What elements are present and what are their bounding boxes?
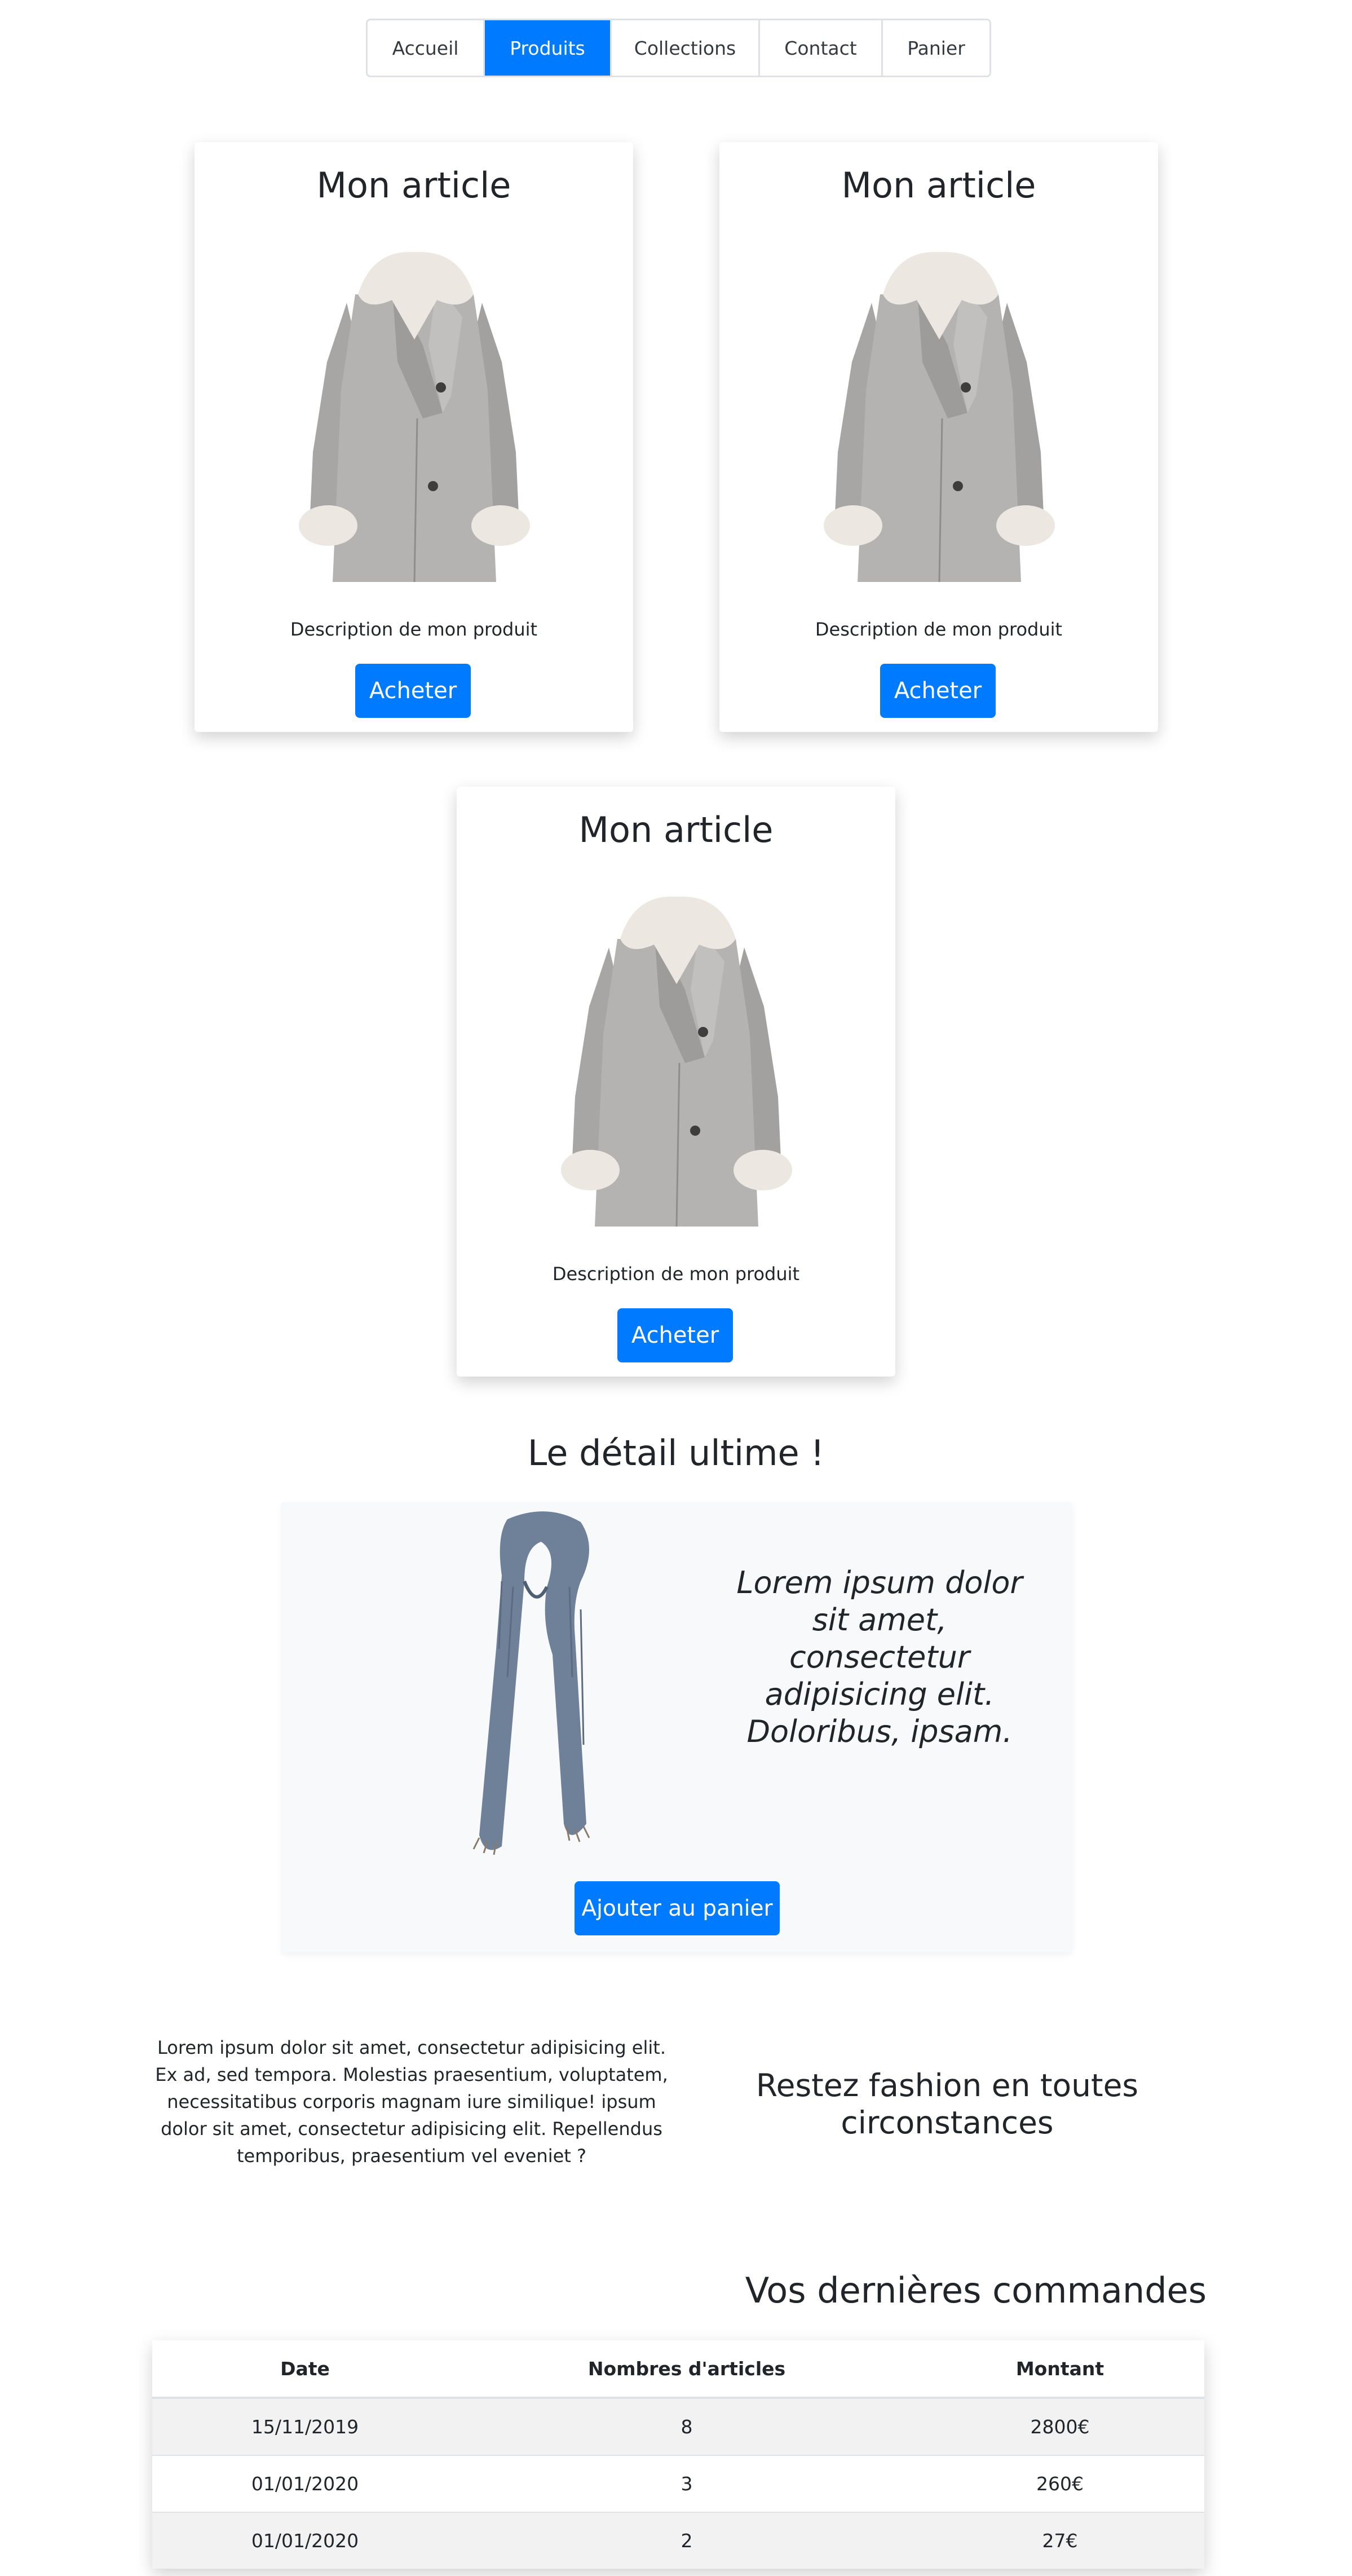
table-row: 15/11/2019 8 2800€ (152, 2397, 1204, 2455)
order-date: 15/11/2019 (152, 2397, 458, 2455)
product-description: Description de mon produit (290, 619, 538, 640)
nav-item-accueil[interactable]: Accueil (368, 20, 485, 76)
order-items: 8 (458, 2397, 916, 2455)
table-row: 01/01/2020 3 260€ (152, 2455, 1204, 2512)
add-to-cart-button[interactable]: Ajouter au panier (575, 1881, 780, 1935)
column-header-items: Nombres d'articles (458, 2340, 916, 2399)
main-nav: Accueil Produits Collections Contact Pan… (366, 19, 991, 77)
order-items: 3 (458, 2455, 916, 2512)
nav-item-produits[interactable]: Produits (485, 20, 612, 76)
column-header-amount: Montant (916, 2340, 1204, 2399)
detail-section: Lorem ipsum dolor sit amet, consectetur … (282, 1502, 1072, 1952)
buy-button[interactable]: Acheter (880, 664, 996, 718)
order-amount: 260€ (916, 2455, 1204, 2512)
table-header-row: Date Nombres d'articles Montant (152, 2340, 1204, 2399)
order-date: 01/01/2020 (152, 2512, 458, 2569)
product-card: Mon article Description de mon produit A… (719, 142, 1158, 732)
coat-image (555, 894, 798, 1232)
detail-text: Lorem ipsum dolor sit amet, consectetur … (736, 1565, 1023, 1749)
product-title: Mon article (841, 165, 1036, 206)
nav-item-contact[interactable]: Contact (760, 20, 883, 76)
orders-heading: Vos dernières commandes (745, 2270, 1207, 2311)
product-title: Mon article (316, 165, 511, 206)
scarf-image (472, 1511, 590, 1855)
buy-button[interactable]: Acheter (617, 1308, 733, 1362)
order-items: 2 (458, 2512, 916, 2569)
column-header-date: Date (152, 2340, 458, 2399)
nav-item-collections[interactable]: Collections (612, 20, 760, 76)
fashion-paragraph: Lorem ipsum dolor sit amet, consectetur … (155, 2037, 668, 2167)
product-description: Description de mon produit (815, 619, 1063, 640)
product-card: Mon article Description de mon produit A… (195, 142, 633, 732)
order-date: 01/01/2020 (152, 2455, 458, 2512)
product-title: Mon article (578, 809, 774, 850)
orders-table: Date Nombres d'articles Montant 15/11/20… (152, 2340, 1204, 2569)
detail-heading: Le détail ultime ! (527, 1432, 825, 1474)
order-amount: 27€ (916, 2512, 1204, 2569)
coat-image (818, 249, 1061, 588)
product-card: Mon article Description de mon produit A… (457, 787, 895, 1377)
coat-image (293, 249, 536, 588)
table-row: 01/01/2020 2 27€ (152, 2512, 1204, 2569)
buy-button[interactable]: Acheter (355, 664, 471, 718)
order-amount: 2800€ (916, 2397, 1204, 2455)
product-description: Description de mon produit (552, 1263, 800, 1285)
nav-item-panier[interactable]: Panier (883, 20, 989, 76)
fashion-heading: Restez fashion en toutes circonstances (755, 2067, 1139, 2141)
